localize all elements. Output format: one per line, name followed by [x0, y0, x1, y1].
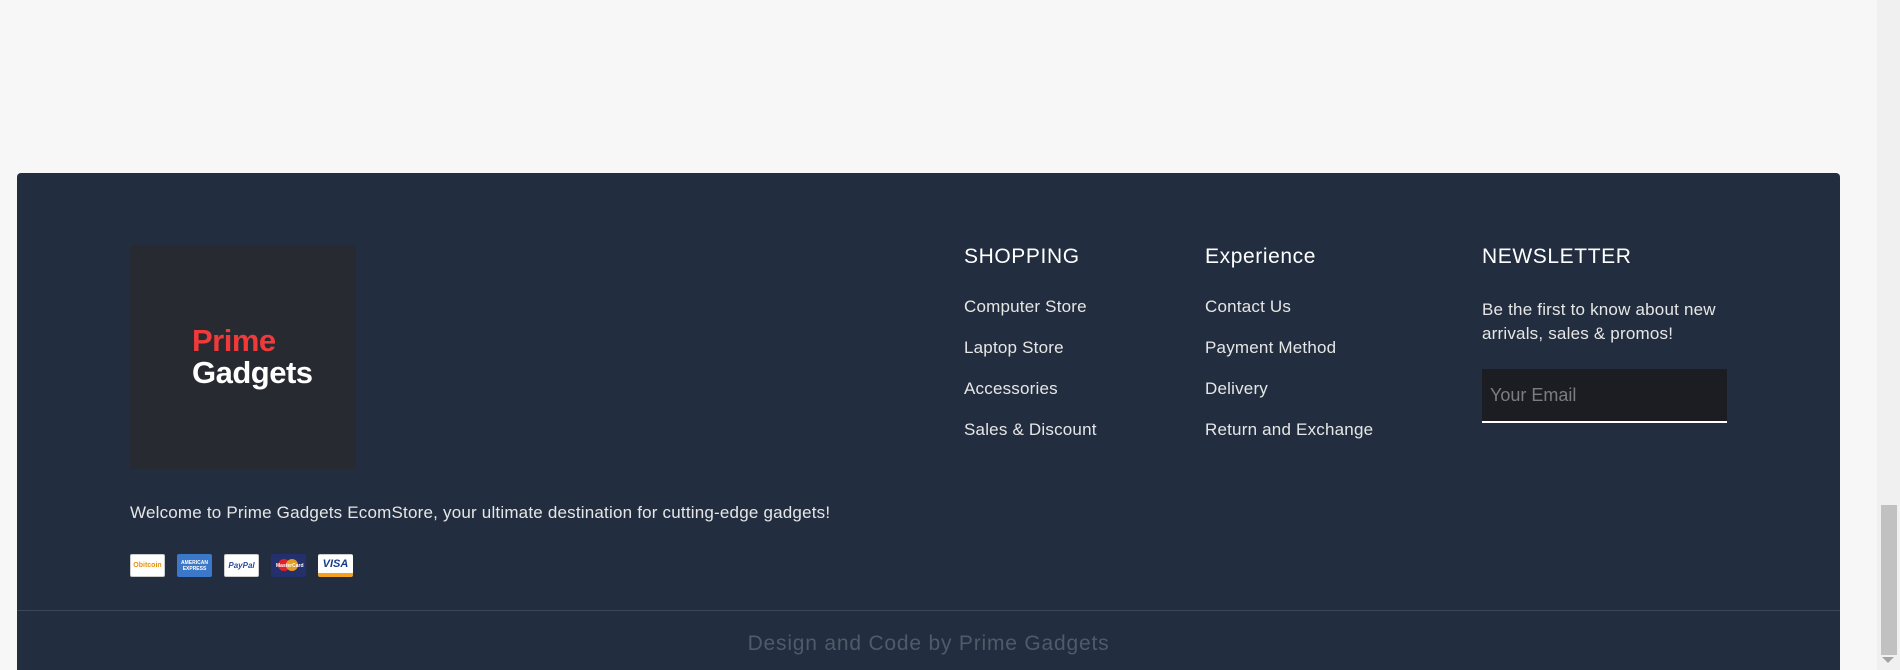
- amex-icon: AMERICAN EXPRESS: [177, 554, 212, 577]
- bitcoin-icon: Obitcoin: [130, 554, 165, 577]
- newsletter-heading: NEWSLETTER: [1482, 245, 1632, 268]
- scrollbar-thumb[interactable]: [1881, 505, 1897, 655]
- welcome-text: Welcome to Prime Gadgets EcomStore, your…: [130, 503, 831, 522]
- link-delivery[interactable]: Delivery: [1205, 379, 1268, 398]
- newsletter-column: NEWSLETTER Be the first to know about ne…: [1482, 245, 1742, 423]
- experience-links: Contact Us Payment Method Delivery Retur…: [1205, 297, 1373, 461]
- brand-logo[interactable]: Prime Gadgets: [130, 245, 356, 469]
- footer-divider: [17, 610, 1840, 611]
- link-accessories[interactable]: Accessories: [964, 379, 1058, 398]
- link-sales-discount[interactable]: Sales & Discount: [964, 420, 1097, 439]
- link-contact-us[interactable]: Contact Us: [1205, 297, 1291, 316]
- logo-prime-text: Prime: [192, 323, 276, 358]
- email-input[interactable]: [1482, 369, 1727, 423]
- mastercard-icon: MasterCard: [271, 554, 306, 577]
- site-footer: Prime Gadgets Welcome to Prime Gadgets E…: [17, 173, 1840, 670]
- scroll-down-arrow-icon[interactable]: [1882, 657, 1894, 663]
- link-laptop-store[interactable]: Laptop Store: [964, 338, 1064, 357]
- link-computer-store[interactable]: Computer Store: [964, 297, 1087, 316]
- link-return-exchange[interactable]: Return and Exchange: [1205, 420, 1373, 439]
- payment-icons: Obitcoin AMERICAN EXPRESS PayPal MasterC…: [130, 554, 353, 577]
- link-payment-method[interactable]: Payment Method: [1205, 338, 1336, 357]
- experience-column: Experience Contact Us Payment Method Del…: [1205, 245, 1373, 461]
- visa-icon: VISA: [318, 554, 353, 577]
- experience-heading: Experience: [1205, 245, 1317, 268]
- page-scrollbar[interactable]: [1877, 0, 1900, 670]
- shopping-heading: SHOPPING: [964, 245, 1080, 268]
- newsletter-text: Be the first to know about new arrivals,…: [1482, 300, 1716, 343]
- shopping-column: SHOPPING Computer Store Laptop Store Acc…: [964, 245, 1097, 461]
- paypal-icon: PayPal: [224, 554, 259, 577]
- credit-text: Design and Code by Prime Gadgets: [747, 632, 1110, 655]
- logo-gadgets-text: Gadgets: [192, 355, 313, 390]
- shopping-links: Computer Store Laptop Store Accessories …: [964, 297, 1097, 461]
- logo-wordmark: Prime Gadgets: [192, 325, 313, 389]
